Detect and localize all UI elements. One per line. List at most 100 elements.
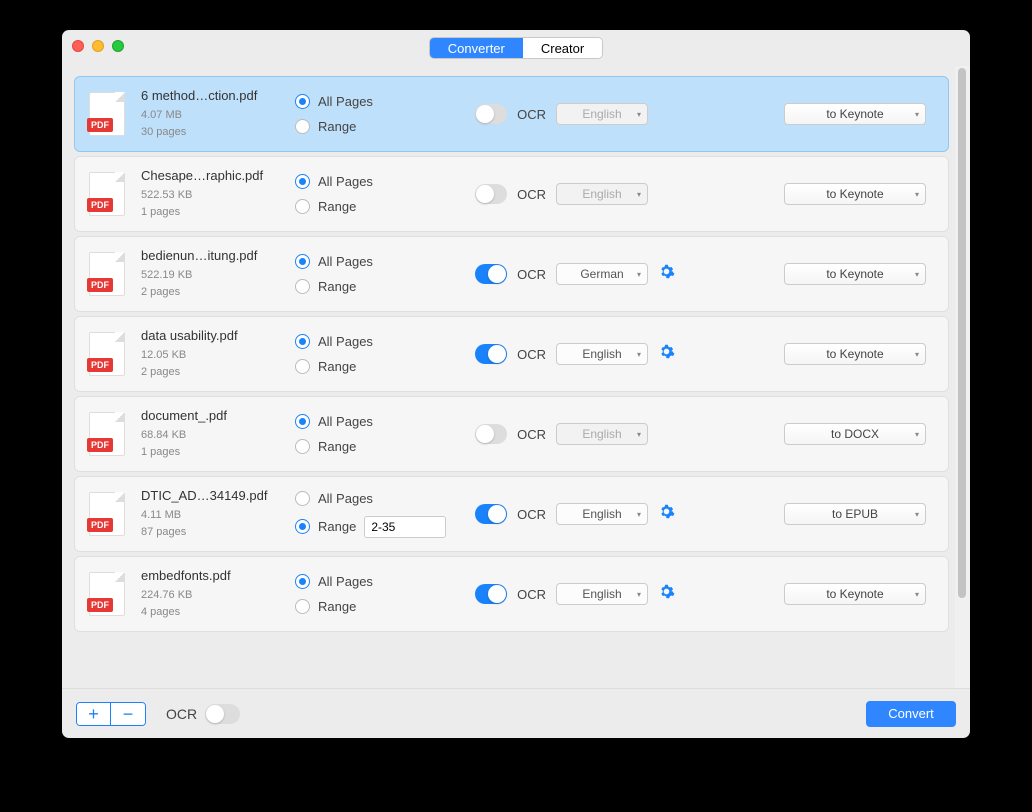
- page-range-group: All Pages Range: [295, 174, 475, 214]
- chevron-down-icon: ▾: [637, 110, 641, 119]
- radio-all-pages[interactable]: All Pages: [295, 491, 475, 506]
- page-range-group: All Pages Range: [295, 414, 475, 454]
- file-meta: document_.pdf68.84 KB1 pages: [135, 408, 295, 460]
- pdf-badge: PDF: [87, 518, 113, 532]
- format-value: to Keynote: [826, 347, 883, 361]
- ocr-label: OCR: [517, 347, 546, 362]
- maximize-icon[interactable]: [112, 40, 124, 52]
- chevron-down-icon: ▾: [637, 430, 641, 439]
- minimize-icon[interactable]: [92, 40, 104, 52]
- ocr-group: OCR English ▾: [475, 423, 675, 445]
- chevron-down-icon: ▾: [637, 270, 641, 279]
- add-button[interactable]: +: [77, 703, 111, 725]
- file-row[interactable]: PDFDTIC_AD…34149.pdf4.11 MB87 pagesAll P…: [74, 476, 949, 552]
- gear-icon[interactable]: [658, 503, 675, 525]
- language-value: English: [582, 427, 621, 441]
- gear-icon[interactable]: [658, 263, 675, 285]
- gear-icon[interactable]: [658, 583, 675, 605]
- pdf-badge: PDF: [87, 278, 113, 292]
- radio-all-pages[interactable]: All Pages: [295, 574, 475, 589]
- radio-all-pages[interactable]: All Pages: [295, 254, 475, 269]
- language-select[interactable]: English▾: [556, 503, 648, 525]
- page-range-group: All Pages Range: [295, 94, 475, 134]
- chevron-down-icon: ▾: [637, 590, 641, 599]
- radio-range[interactable]: Range: [295, 199, 475, 214]
- format-select[interactable]: to DOCX▾: [784, 423, 926, 445]
- ocr-switch[interactable]: [475, 264, 507, 284]
- close-icon[interactable]: [72, 40, 84, 52]
- scrollbar-thumb[interactable]: [958, 68, 966, 598]
- file-size: 4.11 MB: [141, 507, 295, 524]
- file-row[interactable]: PDFembedfonts.pdf224.76 KB4 pagesAll Pag…: [74, 556, 949, 632]
- format-select[interactable]: to Keynote▾: [784, 103, 926, 125]
- tab-creator[interactable]: Creator: [523, 38, 602, 58]
- language-value: English: [582, 187, 621, 201]
- radio-all-pages[interactable]: All Pages: [295, 414, 475, 429]
- tab-converter[interactable]: Converter: [430, 38, 523, 58]
- chevron-down-icon: ▾: [637, 190, 641, 199]
- language-select[interactable]: English▾: [556, 103, 648, 125]
- gear-icon[interactable]: [658, 343, 675, 365]
- all-pages-label: All Pages: [318, 574, 373, 589]
- ocr-group: OCREnglish▾: [475, 183, 675, 205]
- format-value: to Keynote: [826, 187, 883, 201]
- app-window: Converter Creator PDF6 method…ction.pdf4…: [62, 30, 970, 738]
- range-input[interactable]: [364, 516, 446, 538]
- format-select[interactable]: to EPUB▾: [784, 503, 926, 525]
- ocr-label: OCR: [517, 507, 546, 522]
- language-select[interactable]: German▾: [556, 263, 648, 285]
- file-name: 6 method…ction.pdf: [141, 88, 295, 103]
- format-select[interactable]: to Keynote▾: [784, 583, 926, 605]
- file-size: 224.76 KB: [141, 587, 295, 604]
- file-row[interactable]: PDFdata usability.pdf12.05 KB2 pagesAll …: [74, 316, 949, 392]
- language-select[interactable]: English ▾: [556, 183, 648, 205]
- radio-range[interactable]: Range: [295, 279, 475, 294]
- all-pages-label: All Pages: [318, 94, 373, 109]
- add-remove-group: + −: [76, 702, 146, 726]
- radio-range[interactable]: Range: [295, 359, 475, 374]
- file-row[interactable]: PDFbedienun…itung.pdf522.19 KB2 pagesAll…: [74, 236, 949, 312]
- radio-all-pages[interactable]: All Pages: [295, 94, 475, 109]
- range-label: Range: [318, 439, 356, 454]
- radio-range[interactable]: Range: [295, 599, 475, 614]
- file-row[interactable]: PDFdocument_.pdf68.84 KB1 pagesAll Pages…: [74, 396, 949, 472]
- language-value: English: [582, 347, 621, 361]
- file-name: data usability.pdf: [141, 328, 295, 343]
- file-name: bedienun…itung.pdf: [141, 248, 295, 263]
- chevron-down-icon: ▾: [915, 510, 919, 519]
- ocr-switch[interactable]: [475, 504, 507, 524]
- radio-range[interactable]: Range: [295, 516, 475, 538]
- range-label: Range: [318, 519, 356, 534]
- language-select[interactable]: English ▾: [556, 423, 648, 445]
- radio-all-pages[interactable]: All Pages: [295, 174, 475, 189]
- ocr-switch[interactable]: [475, 104, 507, 124]
- ocr-switch[interactable]: [475, 584, 507, 604]
- chevron-down-icon: ▾: [915, 270, 919, 279]
- scrollbar[interactable]: [955, 66, 970, 688]
- language-select[interactable]: English▾: [556, 343, 648, 365]
- convert-button[interactable]: Convert: [866, 701, 956, 727]
- ocr-switch[interactable]: [475, 344, 507, 364]
- ocr-switch[interactable]: [475, 424, 507, 444]
- radio-range[interactable]: Range: [295, 439, 475, 454]
- radio-all-pages[interactable]: All Pages: [295, 334, 475, 349]
- format-select[interactable]: to Keynote▾: [784, 263, 926, 285]
- remove-button[interactable]: −: [111, 703, 145, 725]
- file-name: DTIC_AD…34149.pdf: [141, 488, 295, 503]
- ocr-label: OCR: [517, 587, 546, 602]
- ocr-switch[interactable]: [475, 184, 507, 204]
- file-pages: 2 pages: [141, 284, 295, 301]
- file-pages: 2 pages: [141, 364, 295, 381]
- file-row[interactable]: PDF6 method…ction.pdf4.07 MB30 pagesAll …: [74, 76, 949, 152]
- ocr-group: OCR English▾: [475, 343, 675, 365]
- format-select[interactable]: to Keynote▾: [784, 343, 926, 365]
- range-label: Range: [318, 119, 356, 134]
- ocr-label: OCR: [517, 427, 546, 442]
- pdf-file-icon: PDF: [89, 492, 125, 536]
- format-select[interactable]: to Keynote▾: [784, 183, 926, 205]
- pdf-file-icon: PDF: [89, 172, 125, 216]
- radio-range[interactable]: Range: [295, 119, 475, 134]
- language-select[interactable]: English▾: [556, 583, 648, 605]
- footer-ocr-switch[interactable]: [205, 704, 240, 724]
- file-row[interactable]: PDFChesape…raphic.pdf522.53 KB1 pagesAll…: [74, 156, 949, 232]
